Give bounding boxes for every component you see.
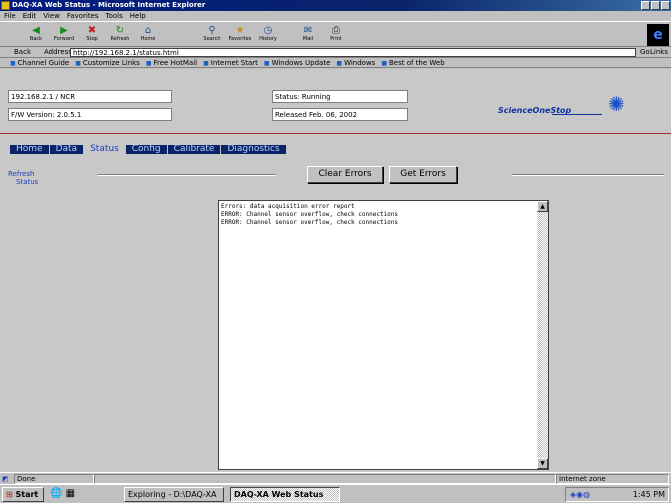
menu-tools[interactable]: Tools xyxy=(106,11,123,21)
menu-file[interactable]: File xyxy=(4,11,16,21)
link-hotmail[interactable]: Free HotMail xyxy=(146,58,198,67)
separator-left xyxy=(98,174,276,176)
quick-launch-icons[interactable]: 🌐 ▦ xyxy=(50,488,75,499)
menu-edit[interactable]: Edit xyxy=(23,11,37,21)
history-button[interactable]: ◷ History xyxy=(256,24,280,46)
tab-config[interactable]: Config xyxy=(125,145,168,154)
minimize-button[interactable] xyxy=(641,1,650,10)
forward-button[interactable]: ▶ Forward xyxy=(52,24,76,46)
nav-status-link[interactable]: Status xyxy=(16,178,38,186)
scroll-up-arrow-icon[interactable]: ▲ xyxy=(537,201,548,212)
windows-taskbar: ⊞ Start 🌐 ▦ Exploring - D:\DAQ-XA DAQ-XA… xyxy=(0,484,671,503)
brand-underline xyxy=(552,114,602,115)
link-windows[interactable]: Windows xyxy=(336,58,375,67)
status-text: Done xyxy=(14,474,94,484)
windows-flag-icon: ⊞ xyxy=(6,490,13,499)
taskbar-ie-window[interactable]: DAQ-XA Web Status xyxy=(230,487,340,502)
menu-view[interactable]: View xyxy=(43,11,60,21)
mail-icon: ✉ xyxy=(303,25,313,36)
home-button[interactable]: ⌂ Home xyxy=(136,24,160,46)
history-icon: ◷ xyxy=(263,25,273,36)
print-icon: ⎙ xyxy=(332,25,340,36)
stop-icon: ✖ xyxy=(87,25,97,36)
menu-bar: File Edit View Favorites Tools Help xyxy=(0,11,671,21)
log-scrollbar[interactable]: ▲ ▼ xyxy=(537,201,548,469)
error-log-content: Errors: data acquisition error report ERR… xyxy=(221,203,537,227)
tab-status[interactable]: Status xyxy=(84,145,126,154)
window-title: DAQ-XA Web Status - Microsoft Internet E… xyxy=(12,1,206,9)
refresh-button[interactable]: ↻ Refresh xyxy=(108,24,132,46)
window-title-bar[interactable]: DAQ-XA Web Status - Microsoft Internet E… xyxy=(0,0,671,11)
links-label[interactable]: Links xyxy=(650,47,668,58)
nav-refresh-link[interactable]: Refresh xyxy=(8,170,38,178)
address-label: Address xyxy=(44,48,72,56)
stop-button[interactable]: ✖ Stop xyxy=(80,24,104,46)
standard-toolbar: ◀ Back ▶ Forward ✖ Stop ↻ Refresh ⌂ Home ⚲ Sea… xyxy=(0,21,671,47)
system-tray: ◈◉◍ 1:45 PM xyxy=(565,487,669,502)
favorites-button[interactable]: ★ Favorites xyxy=(228,24,252,46)
start-button[interactable]: ⊞ Start xyxy=(2,487,44,502)
back-arrow-icon: ◀ xyxy=(32,25,40,36)
tab-data[interactable]: Data xyxy=(49,145,85,154)
search-button[interactable]: ⚲ Search xyxy=(200,24,224,46)
link-best-of-web[interactable]: Best of the Web xyxy=(381,58,445,67)
firmware-version-field: F/W Version: 2.0.5.1 xyxy=(8,108,172,121)
starburst-logo-icon: ✺ xyxy=(608,92,625,116)
tab-calibrate[interactable]: Calibrate xyxy=(167,145,222,154)
back-button[interactable]: ◀ Back xyxy=(24,24,48,46)
log-line: Errors: data acquisition error report xyxy=(221,203,355,210)
close-button[interactable] xyxy=(661,1,670,10)
ie-throbber-logo: e xyxy=(647,24,669,46)
print-button[interactable]: ⎙ Print xyxy=(324,24,348,46)
address-back-label[interactable]: Back xyxy=(14,47,31,58)
release-date-field: Released Feb. 06, 2002 xyxy=(272,108,408,121)
link-customize[interactable]: Customize Links xyxy=(75,58,140,67)
tab-home[interactable]: Home xyxy=(10,145,50,154)
link-windows-update[interactable]: Windows Update xyxy=(264,58,331,67)
device-status-field: Status: Running xyxy=(272,90,408,103)
tab-diagnostics[interactable]: Diagnostics xyxy=(221,145,287,154)
forward-arrow-icon: ▶ xyxy=(60,25,68,36)
refresh-icon: ↻ xyxy=(115,25,125,36)
go-button[interactable]: Go xyxy=(640,47,650,58)
device-address-field: 192.168.2.1 / NCR xyxy=(8,90,172,103)
link-channel-guide[interactable]: Channel Guide xyxy=(10,58,70,67)
log-line: ERROR: Channel sensor overflow, check co… xyxy=(221,211,399,218)
get-errors-button[interactable]: Get Errors xyxy=(389,166,457,183)
address-bar: Back Address http://192.168.2.1/status.h… xyxy=(0,47,671,58)
mail-button[interactable]: ✉ Mail xyxy=(296,24,320,46)
menu-favorites[interactable]: Favorites xyxy=(67,11,99,21)
clear-errors-button[interactable]: Clear Errors xyxy=(307,166,383,183)
favorites-icon: ★ xyxy=(235,25,245,36)
error-log-textarea[interactable]: Errors: data acquisition error report ERR… xyxy=(218,200,549,470)
scroll-down-arrow-icon[interactable]: ▼ xyxy=(537,458,548,469)
taskbar-explorer-window[interactable]: Exploring - D:\DAQ-XA xyxy=(124,487,224,502)
log-line: ERROR: Channel sensor overflow, check co… xyxy=(221,219,399,226)
tray-icons[interactable]: ◈◉◍ xyxy=(570,490,590,499)
nav-tabs: Home Data Status Config Calibrate Diagno… xyxy=(10,145,287,154)
address-input[interactable]: http://192.168.2.1/status.html xyxy=(70,48,636,57)
ie-app-icon xyxy=(1,1,10,10)
separator-right xyxy=(512,174,664,176)
menu-help[interactable]: Help xyxy=(130,11,146,21)
status-bar: ◩ Done Internet zone xyxy=(0,472,671,484)
link-internet-start[interactable]: Internet Start xyxy=(203,58,258,67)
home-icon: ⌂ xyxy=(144,25,152,36)
brand-logo-area: ScienceOneStop ✺ xyxy=(458,92,658,132)
search-icon: ⚲ xyxy=(208,25,216,36)
left-nav: Refresh Status xyxy=(8,170,38,186)
clock[interactable]: 1:45 PM xyxy=(633,488,665,501)
status-zone: Internet zone xyxy=(556,474,669,484)
maximize-button[interactable] xyxy=(651,1,660,10)
header-divider xyxy=(0,133,671,134)
status-progress xyxy=(94,474,556,484)
links-bar: Channel Guide Customize Links Free HotMa… xyxy=(0,58,671,68)
